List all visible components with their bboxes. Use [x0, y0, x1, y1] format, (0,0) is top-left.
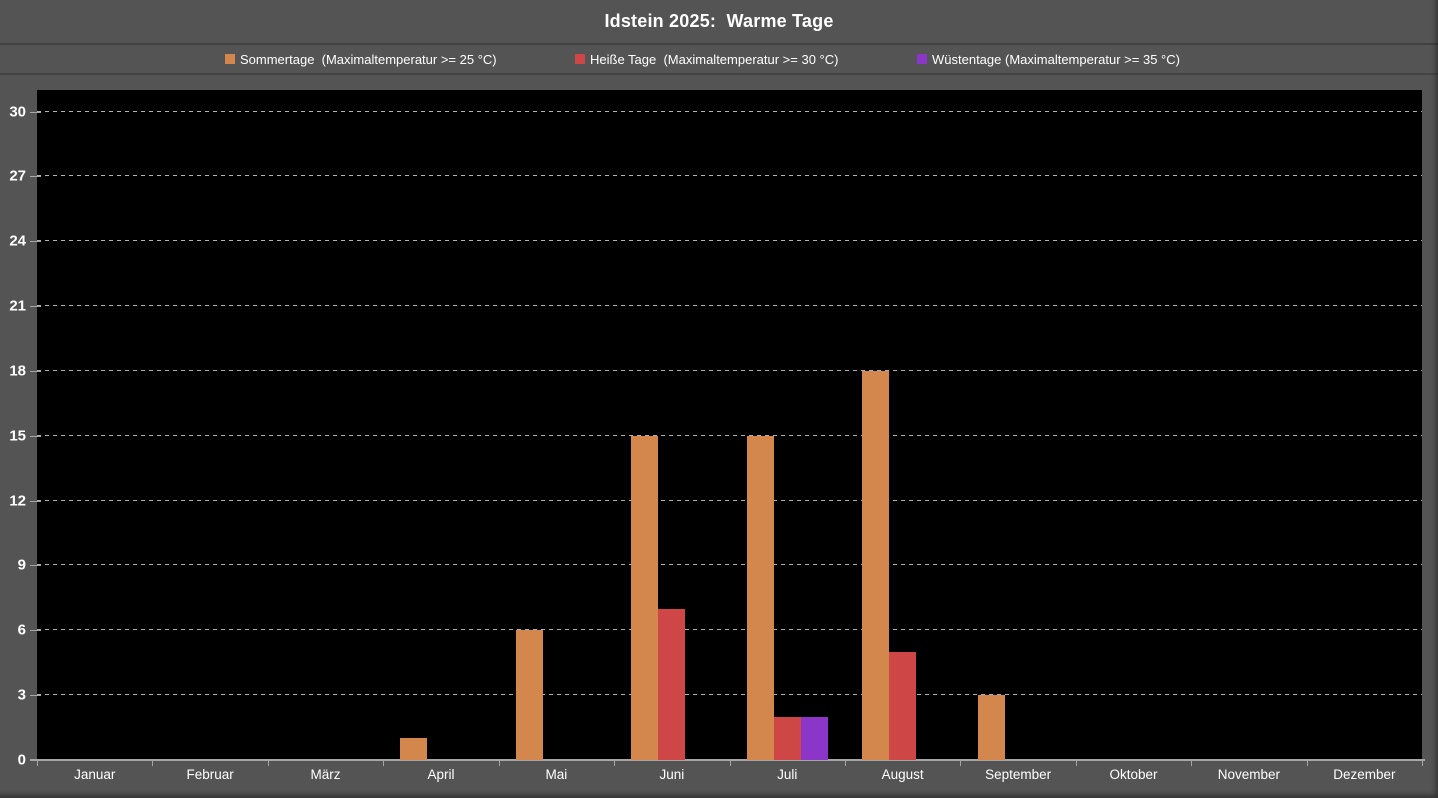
y-tick-label: 30 [9, 103, 26, 120]
bars-layer [37, 90, 1422, 760]
bar-sommertage-september [978, 695, 1005, 760]
bar-group-mai [499, 90, 614, 760]
bar-sommertage-juli [747, 436, 774, 760]
y-tick-label: 27 [9, 168, 26, 185]
y-tick-label: 6 [18, 622, 26, 639]
legend-label-sommertage: Sommertage (Maximaltemperatur >= 25 °C) [240, 52, 497, 67]
x-tick-label-mai: Mai [499, 765, 614, 795]
legend-swatch-sommertage [225, 54, 235, 64]
bar-group-juni [614, 90, 729, 760]
x-tick-label-april: April [383, 765, 498, 795]
x-tick-label-juni: Juni [614, 765, 729, 795]
legend-item-sommertage: Sommertage (Maximaltemperatur >= 25 °C) [225, 45, 497, 73]
bar-group-dezember [1307, 90, 1422, 760]
x-tick-label-dezember: Dezember [1307, 765, 1422, 795]
bar-group-april [383, 90, 498, 760]
y-tick-label: 18 [9, 362, 26, 379]
legend-item-wuestentage: Wüstentage (Maximaltemperatur >= 35 °C) [917, 45, 1180, 73]
y-tick-label: 12 [9, 492, 26, 509]
x-tick-label-september: September [960, 765, 1075, 795]
bar-heiße-juni [658, 609, 685, 760]
bar-group-august [845, 90, 960, 760]
x-tick-label-märz: März [268, 765, 383, 795]
legend-swatch-heisse-tage [575, 54, 585, 64]
legend-label-heisse-tage: Heiße Tage (Maximaltemperatur >= 30 °C) [590, 52, 838, 67]
x-axis-labels: JanuarFebruarMärzAprilMaiJuniJuliAugustS… [37, 765, 1422, 795]
bar-group-januar [37, 90, 152, 760]
bar-group-november [1191, 90, 1306, 760]
x-tick-label-august: August [845, 765, 960, 795]
bar-group-juli [730, 90, 845, 760]
chart-title: Idstein 2025: Warme Tage [604, 11, 833, 32]
bar-wüstentage-juli [801, 717, 828, 760]
chart: Idstein 2025: Warme Tage Sommertage (Max… [0, 0, 1438, 798]
legend-label-wuestentage: Wüstentage (Maximaltemperatur >= 35 °C) [932, 52, 1180, 67]
bar-sommertage-april [400, 738, 427, 760]
bar-group-oktober [1076, 90, 1191, 760]
y-tick-label: 21 [9, 298, 26, 315]
legend-item-heisse-tage: Heiße Tage (Maximaltemperatur >= 30 °C) [575, 45, 838, 73]
x-tick-label-november: November [1191, 765, 1306, 795]
legend: Sommertage (Maximaltemperatur >= 25 °C) … [0, 45, 1438, 75]
y-tick-label: 0 [18, 752, 26, 769]
y-tick-label: 9 [18, 557, 26, 574]
bar-sommertage-mai [516, 630, 543, 760]
bar-sommertage-august [862, 371, 889, 760]
y-tick-label: 15 [9, 427, 26, 444]
x-tick-label-oktober: Oktober [1076, 765, 1191, 795]
x-tick-label-februar: Februar [152, 765, 267, 795]
x-tick-label-januar: Januar [37, 765, 152, 795]
y-tick-label: 24 [9, 233, 26, 250]
x-boundary-tick [1422, 761, 1423, 766]
bar-heiße-juli [774, 717, 801, 760]
title-bar: Idstein 2025: Warme Tage [0, 0, 1438, 45]
y-tick-label: 3 [18, 687, 26, 704]
bar-sommertage-juni [631, 436, 658, 760]
bar-heiße-august [889, 652, 916, 760]
bar-group-september [960, 90, 1075, 760]
bar-group-märz [268, 90, 383, 760]
legend-swatch-wuestentage [917, 54, 927, 64]
x-tick-label-juli: Juli [730, 765, 845, 795]
bar-group-februar [152, 90, 267, 760]
y-axis: 036912151821242730 [0, 90, 37, 760]
